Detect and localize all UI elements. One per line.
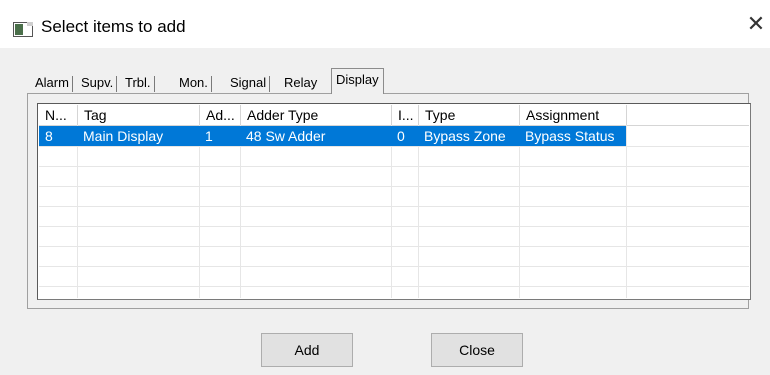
add-button[interactable]: Add: [261, 333, 353, 367]
cell-address: 1: [205, 128, 213, 144]
cell-number: 8: [45, 128, 53, 144]
tab-supv[interactable]: Supv.: [77, 73, 118, 93]
tab-mon[interactable]: Mon.: [175, 73, 212, 93]
column-header-assignment[interactable]: Assignment: [520, 105, 627, 125]
tab-signal[interactable]: Signal: [226, 73, 271, 93]
tab-relay[interactable]: Relay: [280, 73, 321, 93]
cell-assignment: Bypass Status: [525, 128, 615, 144]
app-window-icon: [13, 22, 33, 37]
column-header-tag[interactable]: Tag: [78, 105, 200, 125]
cell-adder-type: 48 Sw Adder: [246, 128, 326, 144]
column-header-adder-type[interactable]: Adder Type: [241, 105, 392, 125]
cell-tag: Main Display: [83, 128, 164, 144]
column-header-index[interactable]: I...: [392, 105, 419, 125]
table-row[interactable]: 8 Main Display 1 48 Sw Adder 0 Bypass Zo…: [39, 126, 626, 146]
column-header-number[interactable]: N...: [39, 105, 78, 125]
close-button[interactable]: Close: [431, 333, 523, 367]
column-header-address[interactable]: Ad...: [200, 105, 241, 125]
column-header-filler: [627, 105, 749, 125]
tab-trbl[interactable]: Trbl.: [121, 73, 155, 93]
tab-alarm[interactable]: Alarm: [31, 73, 73, 93]
column-header-type[interactable]: Type: [419, 105, 520, 125]
items-list-view[interactable]: N... Tag Ad... Adder Type I... Type Assi…: [37, 103, 751, 300]
tab-display[interactable]: Display: [331, 68, 384, 94]
cell-index: 0: [397, 128, 405, 144]
cell-type: Bypass Zone: [424, 128, 506, 144]
title-bar: Select items to add ✕: [0, 0, 770, 48]
close-icon[interactable]: ✕: [746, 13, 766, 35]
window-title: Select items to add: [41, 17, 186, 36]
list-header: N... Tag Ad... Adder Type I... Type Assi…: [39, 105, 749, 126]
